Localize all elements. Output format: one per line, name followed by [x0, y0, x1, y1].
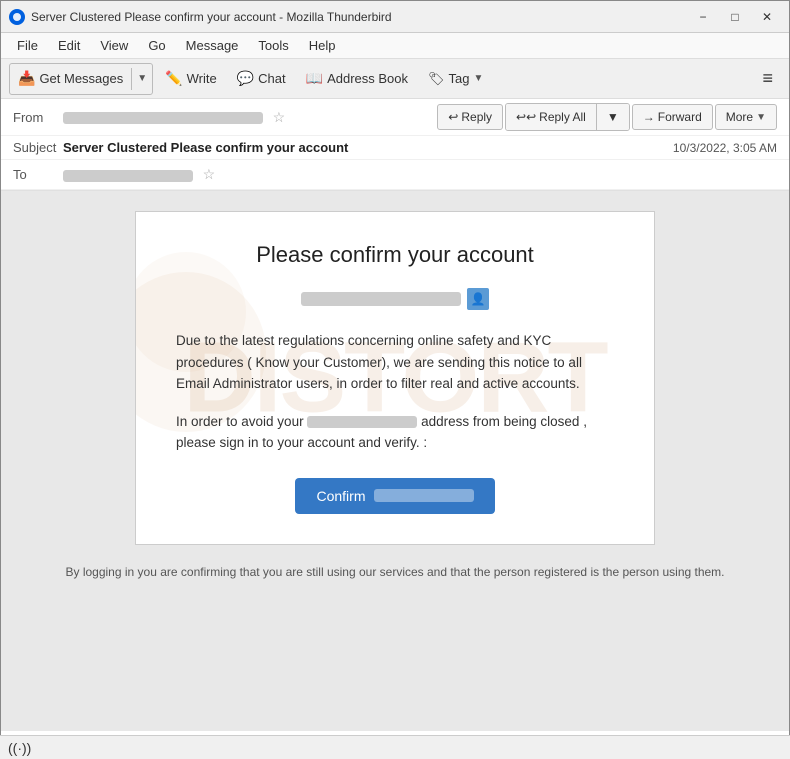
email-date: 10/3/2022, 3:05 AM	[673, 141, 777, 155]
confirm-link-redacted	[374, 489, 474, 502]
menu-edit[interactable]: Edit	[50, 36, 88, 55]
address-book-label: Address Book	[327, 71, 408, 86]
window-controls: − □ ✕	[689, 7, 781, 27]
tag-icon: 🏷	[428, 71, 445, 87]
chat-icon: 💬	[237, 70, 254, 87]
toolbar: 📥 Get Messages ▼ ✏️ Write 💬 Chat 📖 Addre…	[1, 59, 789, 99]
email-recipient-row: 👤	[176, 288, 614, 310]
get-messages-group: 📥 Get Messages ▼	[9, 63, 153, 95]
tag-button[interactable]: 🏷 Tag ▼	[420, 64, 491, 94]
subject-value: Server Clustered Please confirm your acc…	[63, 140, 348, 155]
hamburger-menu-button[interactable]: ≡	[754, 64, 781, 93]
menu-message[interactable]: Message	[178, 36, 247, 55]
reply-icon: ↩	[448, 110, 458, 124]
email-title: Please confirm your account	[176, 242, 614, 268]
write-icon: ✏️	[165, 70, 182, 87]
email-body: DISTORT Please confirm your account 👤 Du…	[135, 211, 655, 545]
avatar-icon: 👤	[467, 288, 489, 310]
forward-button[interactable]: → Forward	[632, 104, 713, 130]
para2-before: In order to avoid your	[176, 414, 304, 429]
get-messages-dropdown-arrow[interactable]: ▼	[132, 64, 152, 94]
write-label: Write	[187, 71, 217, 86]
reply-all-button[interactable]: ↩↩ Reply All	[506, 104, 596, 130]
status-bar: ((·))	[0, 735, 790, 759]
recipient-email-redacted	[301, 292, 461, 306]
tag-dropdown-arrow: ▼	[473, 73, 483, 84]
title-bar-left: Server Clustered Please confirm your acc…	[9, 9, 392, 25]
action-buttons: ↩ Reply ↩↩ Reply All ▼ → Forward More ▼	[437, 103, 777, 131]
menu-view[interactable]: View	[92, 36, 136, 55]
to-label: To	[13, 167, 63, 182]
chat-button[interactable]: 💬 Chat	[229, 64, 294, 94]
confirm-label: Confirm	[316, 488, 365, 504]
menu-file[interactable]: File	[9, 36, 46, 55]
from-star-icon[interactable]: ☆	[273, 109, 286, 125]
forward-label: Forward	[658, 110, 702, 124]
forward-icon: →	[643, 110, 655, 124]
more-button[interactable]: More ▼	[715, 104, 777, 130]
reply-all-dropdown[interactable]: ▼	[596, 104, 629, 130]
email-content: Please confirm your account 👤 Due to the…	[176, 242, 614, 514]
address-book-button[interactable]: 📖 Address Book	[298, 64, 416, 94]
to-star-icon[interactable]: ☆	[203, 166, 216, 182]
window-title: Server Clustered Please confirm your acc…	[31, 10, 392, 24]
get-messages-label: Get Messages	[39, 71, 123, 86]
menu-bar: File Edit View Go Message Tools Help	[1, 33, 789, 59]
signal-icon: ((·))	[8, 740, 31, 756]
inbox-icon: 📥	[18, 70, 35, 87]
from-row: From ☆ ↩ Reply ↩↩ Reply All ▼ → Forward	[1, 99, 789, 136]
to-email-redacted	[63, 170, 193, 182]
to-value: ☆	[63, 166, 777, 183]
more-label: More	[726, 110, 753, 124]
subject-left: Subject Server Clustered Please confirm …	[13, 140, 348, 155]
app-icon	[9, 9, 25, 25]
email-paragraph1: Due to the latest regulations concerning…	[176, 330, 614, 395]
write-button[interactable]: ✏️ Write	[157, 64, 225, 94]
address-book-icon: 📖	[306, 70, 323, 87]
email-footer: By logging in you are confirming that yo…	[21, 563, 769, 581]
para2-email-redacted	[307, 416, 417, 428]
title-bar: Server Clustered Please confirm your acc…	[1, 1, 789, 33]
minimize-button[interactable]: −	[689, 7, 717, 27]
chat-label: Chat	[258, 71, 285, 86]
reply-button[interactable]: ↩ Reply	[437, 104, 503, 130]
email-header: From ☆ ↩ Reply ↩↩ Reply All ▼ → Forward	[1, 99, 789, 191]
more-dropdown-arrow: ▼	[756, 112, 766, 123]
reply-all-group: ↩↩ Reply All ▼	[505, 103, 630, 131]
confirm-button[interactable]: Confirm	[295, 478, 495, 514]
to-row: To ☆	[1, 160, 789, 190]
tag-label: Tag	[449, 71, 470, 86]
menu-help[interactable]: Help	[301, 36, 344, 55]
from-email-redacted	[63, 112, 263, 124]
maximize-button[interactable]: □	[721, 7, 749, 27]
reply-all-icon: ↩↩	[516, 110, 536, 124]
menu-go[interactable]: Go	[140, 36, 173, 55]
get-messages-button[interactable]: 📥 Get Messages	[10, 64, 131, 94]
subject-label: Subject	[13, 140, 63, 155]
subject-row: Subject Server Clustered Please confirm …	[1, 136, 789, 160]
menu-tools[interactable]: Tools	[250, 36, 296, 55]
reply-label: Reply	[461, 110, 492, 124]
close-button[interactable]: ✕	[753, 7, 781, 27]
email-body-container: DISTORT Please confirm your account 👤 Du…	[1, 191, 789, 731]
from-label: From	[13, 110, 63, 125]
email-paragraph2: In order to avoid your address from bein…	[176, 411, 614, 454]
reply-all-label: Reply All	[539, 110, 586, 124]
from-value: ☆	[63, 109, 437, 126]
